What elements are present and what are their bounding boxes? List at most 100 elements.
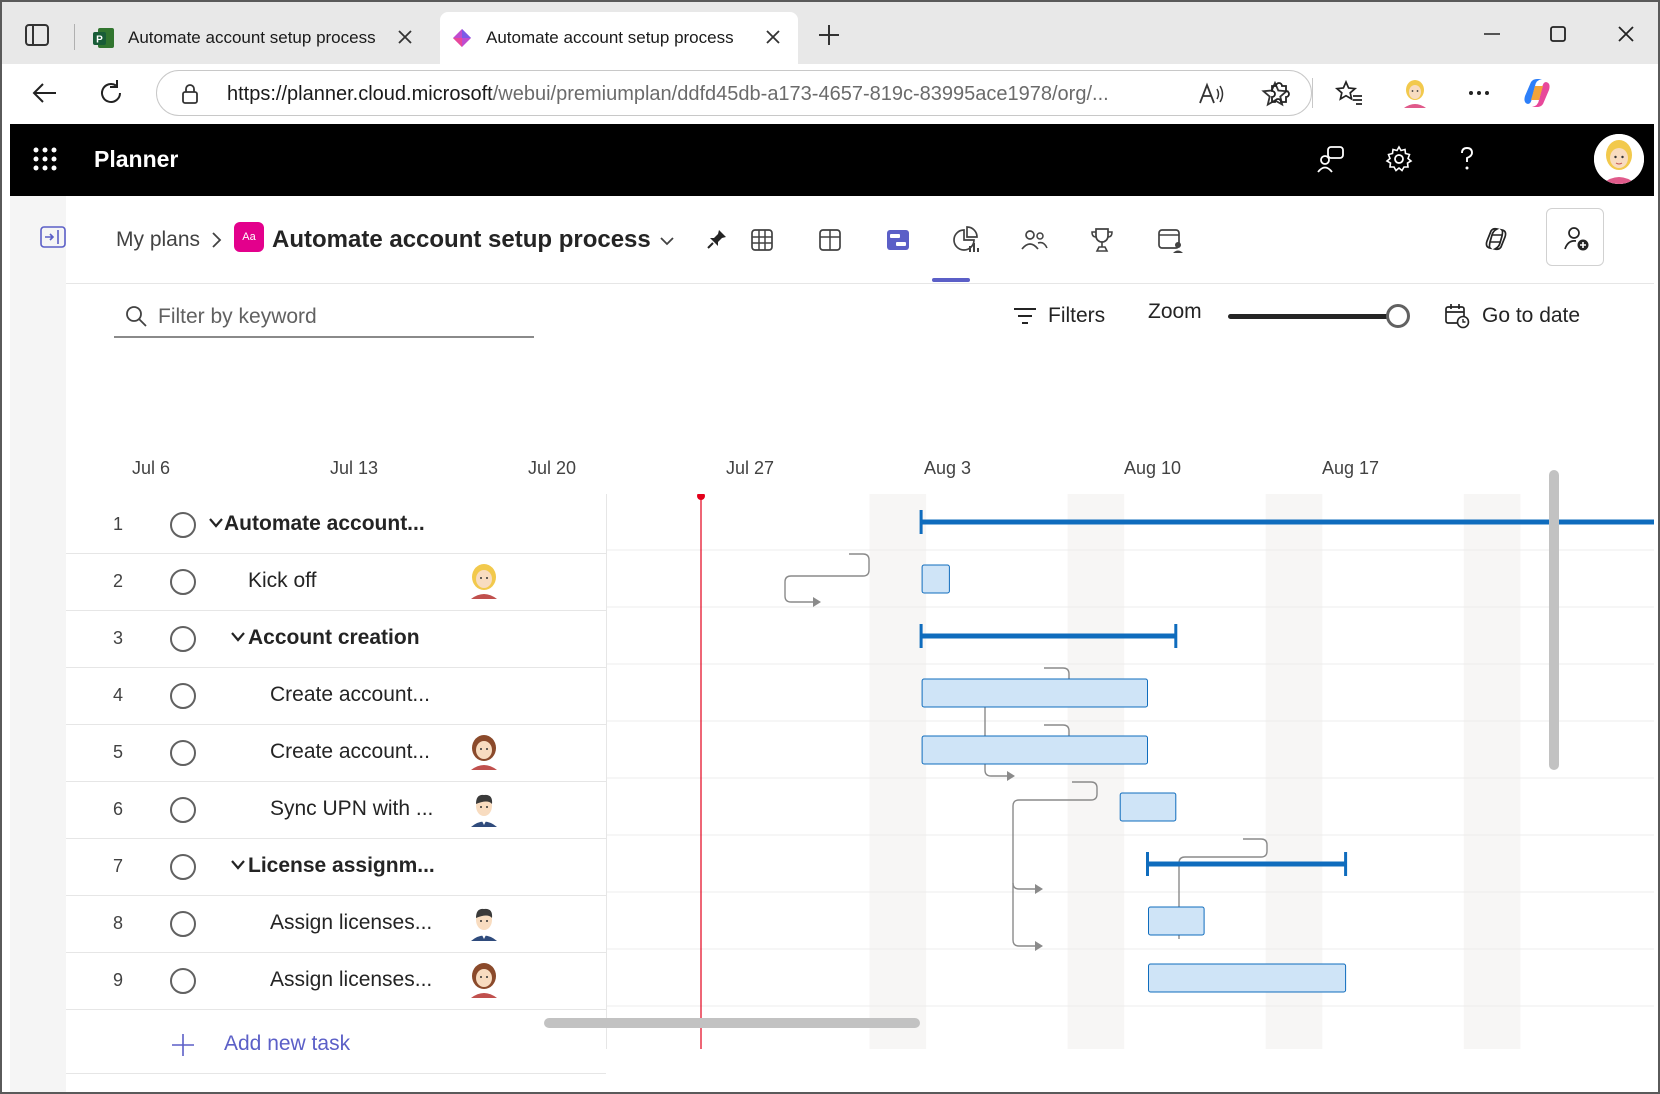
task-name[interactable]: Assign licenses... xyxy=(270,968,432,992)
date-label: Jul 27 xyxy=(726,458,775,478)
add-new-task-row[interactable]: Add new task xyxy=(66,1016,606,1074)
minimize-icon[interactable] xyxy=(1478,20,1506,48)
zoom-slider-thumb[interactable] xyxy=(1386,304,1410,328)
copilot-icon[interactable] xyxy=(1520,76,1554,110)
chevron-down-icon[interactable] xyxy=(658,232,676,250)
horizontal-scrollbar[interactable] xyxy=(544,1018,920,1028)
settings-icon[interactable] xyxy=(1384,144,1414,174)
close-icon[interactable] xyxy=(762,26,784,48)
assigned-to-me-view-icon[interactable] xyxy=(1154,224,1186,256)
task-complete-checkbox[interactable] xyxy=(170,626,196,652)
task-number: 8 xyxy=(112,913,123,933)
assignee-avatar[interactable] xyxy=(468,905,500,941)
tab-strip: P Automate account setup process Automat… xyxy=(2,2,1658,64)
timeline-view-icon[interactable] xyxy=(882,224,914,256)
task-complete-checkbox[interactable] xyxy=(170,797,196,823)
task-row[interactable]: 1 Automate account... xyxy=(66,494,606,554)
task-complete-checkbox[interactable] xyxy=(170,569,196,595)
copilot-icon[interactable] xyxy=(1481,224,1511,254)
task-bar[interactable] xyxy=(921,735,1148,765)
task-row[interactable]: 7 License assignm... xyxy=(66,836,606,896)
plus-icon xyxy=(172,1034,194,1056)
dependency-arrow xyxy=(813,597,821,607)
tab-actions-icon[interactable] xyxy=(24,22,52,48)
assignee-avatar[interactable] xyxy=(468,734,500,770)
maximize-icon[interactable] xyxy=(1544,20,1572,48)
task-complete-checkbox[interactable] xyxy=(170,683,196,709)
url-text[interactable]: https://planner.cloud.microsoft/webui/pr… xyxy=(227,83,1109,106)
breadcrumb-my-plans[interactable]: My plans xyxy=(116,228,200,252)
task-row[interactable]: 4 Create account... xyxy=(66,665,606,725)
task-row[interactable]: 2 Kick off xyxy=(66,551,606,611)
help-icon[interactable] xyxy=(1452,144,1482,174)
task-complete-checkbox[interactable] xyxy=(170,740,196,766)
task-bar[interactable] xyxy=(1148,906,1205,936)
grid-view-icon[interactable] xyxy=(746,224,778,256)
navigation-bar: https://planner.cloud.microsoft/webui/pr… xyxy=(2,64,1658,124)
share-plan-button[interactable] xyxy=(1546,208,1604,266)
task-name[interactable]: Create account... xyxy=(270,683,430,707)
app-launcher-icon[interactable] xyxy=(32,146,58,172)
assignee-avatar[interactable] xyxy=(468,962,500,998)
address-bar[interactable]: https://planner.cloud.microsoft/webui/pr… xyxy=(156,70,1312,116)
window-close-icon[interactable] xyxy=(1612,20,1640,48)
tab-planner[interactable]: Automate account setup process xyxy=(440,12,798,64)
charts-view-icon[interactable] xyxy=(950,224,982,256)
more-options-icon[interactable] xyxy=(1464,78,1494,108)
task-row[interactable]: 6 Sync UPN with ... xyxy=(66,779,606,839)
assignee-avatar[interactable] xyxy=(468,791,500,827)
task-row[interactable]: 3 Account creation xyxy=(66,608,606,668)
people-view-icon[interactable] xyxy=(1018,224,1050,256)
task-complete-checkbox[interactable] xyxy=(170,911,196,937)
svg-text:P: P xyxy=(96,35,103,46)
lock-icon[interactable] xyxy=(179,83,201,105)
task-row[interactable]: 8 Assign licenses... xyxy=(66,893,606,953)
task-name[interactable]: Account creation xyxy=(248,626,420,650)
extensions-icon[interactable] xyxy=(1264,78,1294,108)
task-complete-checkbox[interactable] xyxy=(170,968,196,994)
date-label: Aug 3 xyxy=(924,458,972,478)
task-complete-checkbox[interactable] xyxy=(170,512,196,538)
close-icon[interactable] xyxy=(394,26,416,48)
plan-title[interactable]: Automate account setup process xyxy=(272,226,651,254)
expand-pane-icon[interactable] xyxy=(40,226,66,248)
task-bar[interactable] xyxy=(1148,963,1347,993)
task-name[interactable]: Automate account... xyxy=(224,512,425,536)
profile-icon[interactable] xyxy=(1398,76,1432,110)
board-view-icon[interactable] xyxy=(814,224,846,256)
feedback-icon[interactable] xyxy=(1316,144,1346,174)
task-name[interactable]: Kick off xyxy=(248,569,316,593)
back-icon[interactable] xyxy=(30,78,60,108)
collapse-caret-icon[interactable] xyxy=(230,858,246,872)
zoom-slider-track[interactable] xyxy=(1228,314,1404,319)
collapse-caret-icon[interactable] xyxy=(208,516,224,530)
go-to-date-button[interactable]: Go to date xyxy=(1444,298,1580,334)
vertical-scrollbar[interactable] xyxy=(1549,470,1559,770)
task-name[interactable]: Assign licenses... xyxy=(270,911,432,935)
task-number: 1 xyxy=(112,514,123,534)
filter-keyword-input[interactable] xyxy=(158,302,518,332)
favorites-icon[interactable] xyxy=(1334,78,1364,108)
task-name[interactable]: Create account... xyxy=(270,740,430,764)
browser-window: P Automate account setup process Automat… xyxy=(0,0,1660,1094)
task-name[interactable]: Sync UPN with ... xyxy=(270,797,433,821)
goals-view-icon[interactable] xyxy=(1086,224,1118,256)
profile-avatar[interactable] xyxy=(1594,134,1644,184)
task-row[interactable]: 9 Assign licenses... xyxy=(66,950,606,1010)
app-name: Planner xyxy=(94,146,179,172)
assignee-avatar[interactable] xyxy=(468,563,500,599)
tab-project[interactable]: P Automate account setup process xyxy=(82,12,430,64)
task-bar[interactable] xyxy=(1119,792,1177,822)
refresh-icon[interactable] xyxy=(96,78,126,108)
new-tab-icon[interactable] xyxy=(816,22,842,48)
task-name[interactable]: License assignm... xyxy=(248,854,435,878)
filters-button[interactable]: Filters xyxy=(1012,298,1105,334)
task-complete-checkbox[interactable] xyxy=(170,854,196,880)
task-bar[interactable] xyxy=(921,678,1148,708)
task-row[interactable]: 5 Create account... xyxy=(66,722,606,782)
collapse-caret-icon[interactable] xyxy=(230,630,246,644)
read-aloud-icon[interactable] xyxy=(1197,81,1225,107)
pin-icon[interactable] xyxy=(706,228,728,250)
timeline-canvas[interactable] xyxy=(607,494,1654,1049)
task-bar[interactable] xyxy=(921,564,950,594)
